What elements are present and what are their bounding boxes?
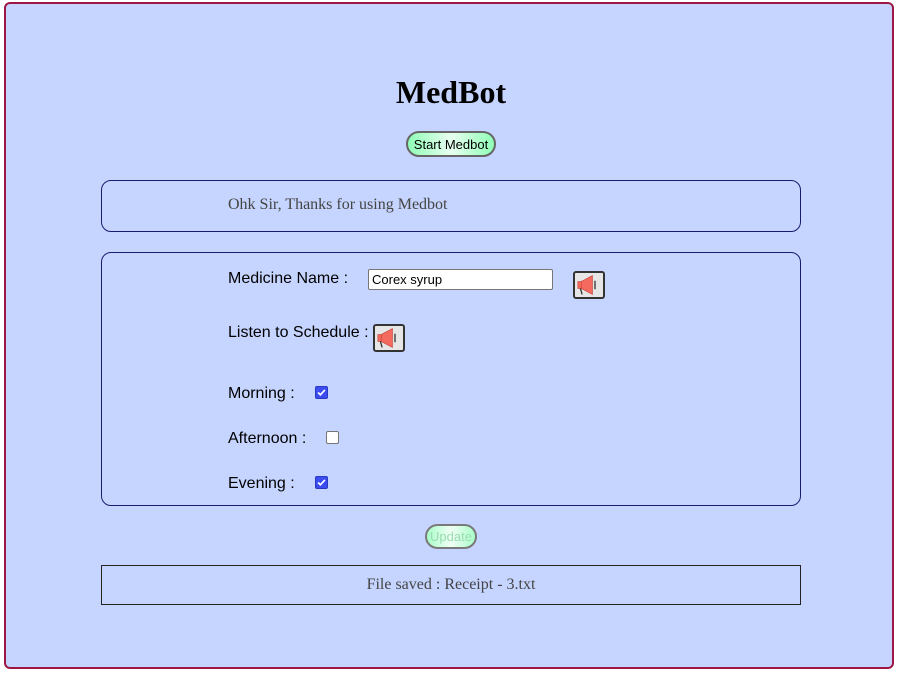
medicine-form: Medicine Name : Listen to Schedule : Mor… xyxy=(101,252,801,506)
start-medbot-button[interactable]: Start Medbot xyxy=(406,131,496,157)
status-text: File saved : Receipt - 3.txt xyxy=(366,576,536,593)
page-title: MedBot xyxy=(395,74,507,110)
afternoon-label: Afternoon : xyxy=(228,430,307,447)
morning-checkbox[interactable] xyxy=(315,386,328,399)
afternoon-checkbox[interactable] xyxy=(326,431,339,444)
medicine-name-label: Medicine Name : xyxy=(228,270,349,287)
message-panel: Ohk Sir, Thanks for using Medbot xyxy=(101,180,801,232)
evening-checkbox[interactable] xyxy=(315,476,328,489)
bot-message: Ohk Sir, Thanks for using Medbot xyxy=(228,196,448,213)
evening-label: Evening : xyxy=(228,475,295,492)
app-frame: MedBot Start Medbot Ohk Sir, Thanks for … xyxy=(4,2,894,669)
medicine-name-input[interactable] xyxy=(368,269,553,290)
status-panel: File saved : Receipt - 3.txt xyxy=(101,565,801,605)
morning-label: Morning : xyxy=(228,385,295,402)
megaphone-icon xyxy=(375,326,403,350)
megaphone-icon xyxy=(575,273,603,297)
checkmark-icon xyxy=(317,389,326,397)
speak-medicine-button[interactable] xyxy=(573,271,605,299)
checkmark-icon xyxy=(317,479,326,487)
listen-schedule-label: Listen to Schedule : xyxy=(228,324,369,341)
update-button[interactable]: Update xyxy=(425,524,477,549)
listen-schedule-button[interactable] xyxy=(373,324,405,352)
